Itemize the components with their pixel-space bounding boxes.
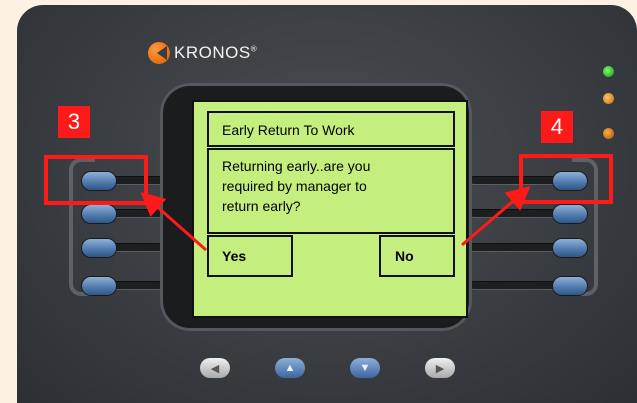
- screen-message-box: Returning early..are you required by man…: [207, 148, 455, 234]
- status-led-green: [603, 66, 614, 77]
- status-led-orange-2: [603, 128, 614, 139]
- annotation-highlight-right: [519, 154, 613, 204]
- screen-title: Early Return To Work: [222, 122, 355, 138]
- no-option[interactable]: No: [379, 235, 455, 277]
- nav-left-button[interactable]: ◀: [200, 358, 230, 378]
- annotation-label-3: 3: [58, 106, 90, 138]
- up-arrow-icon: ▲: [284, 362, 296, 374]
- nav-up-button[interactable]: ▲: [275, 358, 305, 378]
- right-softkey-4-button[interactable]: [553, 277, 587, 295]
- registered-mark: ®: [250, 44, 258, 54]
- lcd-screen: Early Return To Work Returning early..ar…: [192, 100, 468, 318]
- left-arrow-icon: ◀: [210, 362, 220, 375]
- message-line: Returning early..are you: [222, 158, 371, 174]
- kronos-logo: KRONOS®: [148, 42, 257, 64]
- logo-text: KRONOS: [174, 43, 251, 62]
- yes-option[interactable]: Yes: [207, 235, 293, 277]
- right-softkey-3-button[interactable]: [553, 239, 587, 257]
- message-line: return early?: [222, 198, 301, 214]
- groove: [470, 281, 560, 289]
- groove: [470, 243, 560, 251]
- left-softkey-4-button[interactable]: [82, 277, 116, 295]
- no-label: No: [395, 248, 414, 264]
- left-softkey-2-button[interactable]: [82, 205, 116, 223]
- kronos-logo-icon: [148, 42, 170, 64]
- left-softkey-3-button[interactable]: [82, 239, 116, 257]
- annotation-label-4: 4: [541, 111, 573, 143]
- right-softkey-2-button[interactable]: [553, 205, 587, 223]
- nav-down-button[interactable]: ▼: [350, 358, 380, 378]
- right-arrow-icon: ▶: [435, 362, 445, 375]
- down-arrow-icon: ▼: [359, 362, 371, 374]
- yes-label: Yes: [222, 248, 247, 264]
- nav-right-button[interactable]: ▶: [425, 358, 455, 378]
- groove: [470, 209, 560, 217]
- screen-title-box: Early Return To Work: [207, 111, 455, 147]
- status-led-orange: [603, 93, 614, 104]
- message-line: required by manager to: [222, 178, 367, 194]
- annotation-highlight-left: [44, 155, 148, 205]
